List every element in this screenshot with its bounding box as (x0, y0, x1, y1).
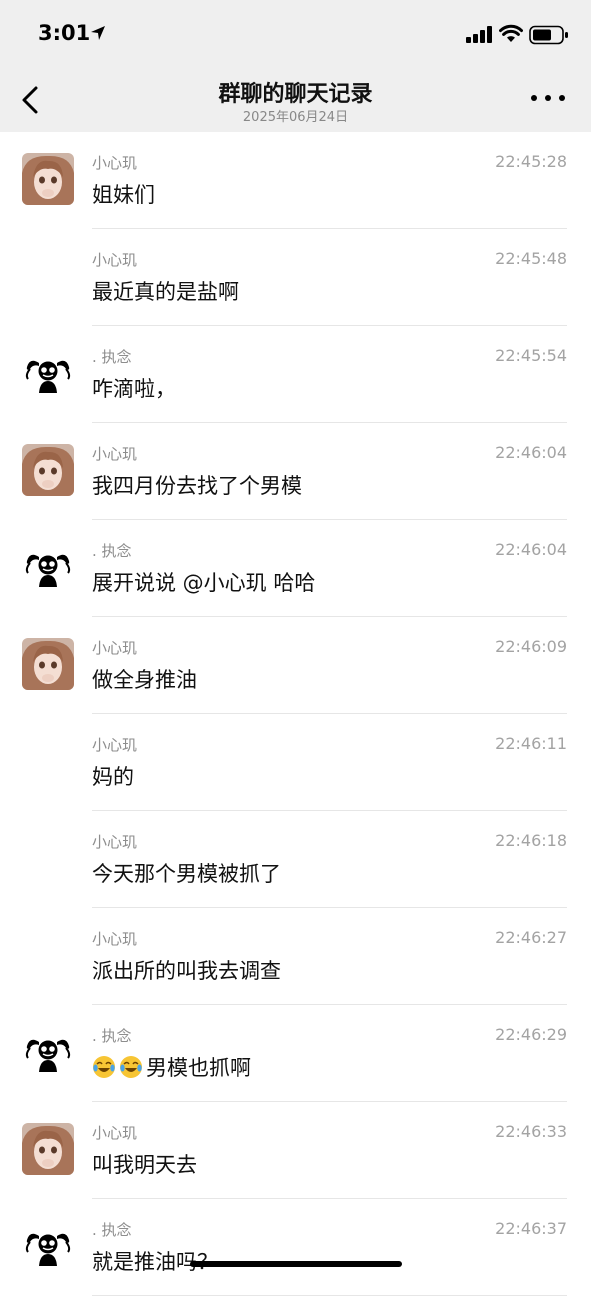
message-body: 咋滴啦， (92, 377, 176, 401)
message-item[interactable]: 小心玑 22:46:04 我四月份去找了个男模 (0, 423, 591, 520)
message-item[interactable]: 小心玑 22:46:09 做全身推油 (0, 617, 591, 714)
message-item[interactable]: 小心玑 22:46:11 妈的 (0, 714, 591, 811)
sender-name: . 执念 (92, 542, 132, 560)
message-text: 男模也抓啊 (92, 1052, 251, 1082)
message-item[interactable]: . 执念 22:45:54 咋滴啦， (0, 326, 591, 423)
signal-icon (466, 26, 492, 43)
sender-name: 小心玑 (92, 251, 138, 269)
message-text: 咋滴啦， (92, 373, 176, 403)
message-item[interactable]: . 执念 22:46:29 男模也抓啊 (0, 1005, 591, 1102)
message-text: 我四月份去找了个男模 (92, 470, 302, 500)
message-item[interactable]: 小心玑 22:46:33 叫我明天去 (0, 1102, 591, 1199)
page-subtitle-date: 2025年06月24日 (242, 110, 349, 125)
message-timestamp: 22:46:29 (495, 1025, 567, 1044)
avatar[interactable] (22, 638, 74, 690)
sender-name: 小心玑 (92, 736, 138, 754)
sender-name: . 执念 (92, 1221, 132, 1239)
status-bar: 3:01 (0, 0, 591, 60)
message-item[interactable]: 小心玑 22:45:28 姐妹们 (0, 132, 591, 229)
message-text: 最近真的是盐啊 (92, 276, 239, 306)
laughing-crying-emoji-icon (92, 1056, 119, 1080)
message-item[interactable]: 小心玑 22:46:18 今天那个男模被抓了 (0, 811, 591, 908)
message-timestamp: 22:46:09 (495, 637, 567, 656)
avatar[interactable] (22, 1026, 74, 1078)
message-item[interactable]: . 执念 22:46:04 展开说说 @小心玑 哈哈 (0, 520, 591, 617)
message-timestamp: 22:46:27 (495, 928, 567, 947)
message-body: 妈的 (92, 765, 134, 789)
laughing-crying-emoji-icon (119, 1056, 146, 1080)
message-timestamp: 22:46:18 (495, 831, 567, 850)
message-item[interactable]: 小心玑 22:46:27 派出所的叫我去调查 (0, 908, 591, 1005)
sender-name: 小心玑 (92, 639, 138, 657)
home-indicator (190, 1261, 402, 1267)
sender-name: . 执念 (92, 348, 132, 366)
location-arrow-icon (91, 26, 105, 40)
message-body: 今天那个男模被抓了 (92, 862, 281, 886)
message-body: 男模也抓啊 (146, 1056, 251, 1080)
message-timestamp: 22:46:11 (495, 734, 567, 753)
message-text: 姐妹们 (92, 179, 155, 209)
avatar[interactable] (22, 444, 74, 496)
message-text: 妈的 (92, 761, 134, 791)
message-body: 派出所的叫我去调查 (92, 959, 281, 983)
avatar[interactable] (22, 541, 74, 593)
message-timestamp: 22:46:04 (495, 540, 567, 559)
sender-name: 小心玑 (92, 154, 138, 172)
message-text: 叫我明天去 (92, 1149, 197, 1179)
message-body: 最近真的是盐啊 (92, 280, 239, 304)
avatar[interactable] (22, 1123, 74, 1175)
sender-name: 小心玑 (92, 445, 138, 463)
status-time: 3:01 (38, 21, 91, 45)
message-body: 我四月份去找了个男模 (92, 474, 302, 498)
page-title: 群聊的聊天记录 (218, 82, 373, 107)
message-timestamp: 22:45:48 (495, 249, 567, 268)
message-item[interactable]: . 执念 22:46:37 就是推油吗？ (0, 1199, 591, 1296)
message-list[interactable]: 小心玑 22:45:28 姐妹们 小心玑 22:45:48 最近真的是盐啊. 执念 22:4… (0, 132, 591, 1296)
wifi-icon (499, 24, 523, 42)
nav-bar: 群聊的聊天记录 2025年06月24日 (0, 60, 591, 132)
message-text: 今天那个男模被抓了 (92, 858, 281, 888)
message-body: 姐妹们 (92, 183, 155, 207)
message-timestamp: 22:46:33 (495, 1122, 567, 1141)
more-dots-icon[interactable] (528, 88, 568, 108)
battery-icon (529, 25, 568, 45)
message-text: 展开说说 @小心玑 哈哈 (92, 567, 315, 597)
sender-name: 小心玑 (92, 1124, 138, 1142)
message-timestamp: 22:45:54 (495, 346, 567, 365)
sender-name: . 执念 (92, 1027, 132, 1045)
message-body: 叫我明天去 (92, 1153, 197, 1177)
sender-name: 小心玑 (92, 833, 138, 851)
avatar[interactable] (22, 347, 74, 399)
message-timestamp: 22:46:37 (495, 1219, 567, 1238)
sender-name: 小心玑 (92, 930, 138, 948)
message-text: 派出所的叫我去调查 (92, 955, 281, 985)
message-timestamp: 22:45:28 (495, 152, 567, 171)
avatar[interactable] (22, 1220, 74, 1272)
avatar[interactable] (22, 153, 74, 205)
message-item[interactable]: 小心玑 22:45:48 最近真的是盐啊 (0, 229, 591, 326)
message-body: 展开说说 @小心玑 哈哈 (92, 571, 316, 595)
message-timestamp: 22:46:04 (495, 443, 567, 462)
message-text: 做全身推油 (92, 664, 197, 694)
message-body: 做全身推油 (92, 668, 197, 692)
